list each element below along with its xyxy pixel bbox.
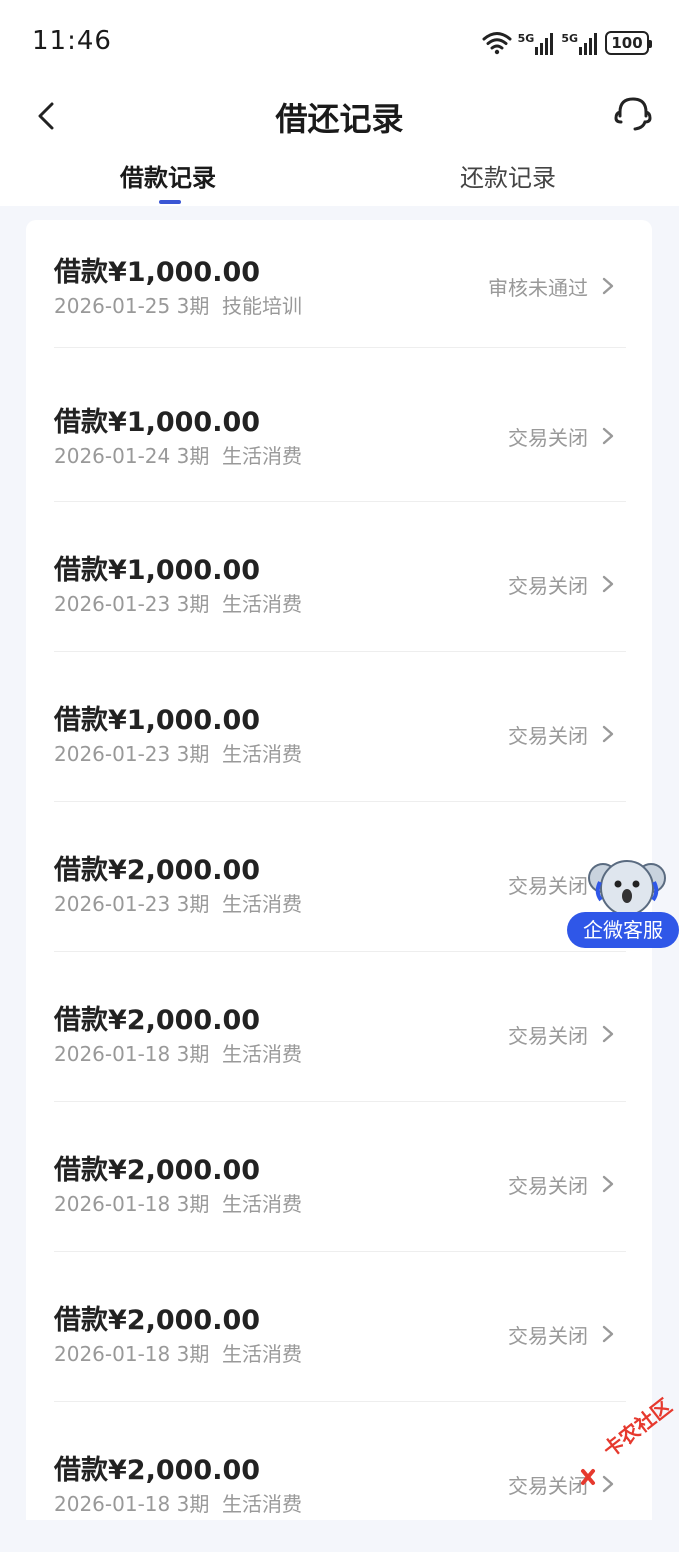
chevron-right-icon [602,1175,614,1193]
chevron-right-icon [602,427,614,445]
record-amount: 借款¥1,000.00 [54,257,261,288]
list-item[interactable]: 借款¥1,000.00 2026-01-23 3期 生活消费 交易关闭 [26,652,652,802]
divider [54,347,626,348]
record-term: 3期 [176,892,210,916]
record-term: 3期 [176,1192,210,1216]
battery-icon: 100 [605,31,652,55]
status-icons: 5G 5G 100 [482,28,652,58]
record-amount: 借款¥2,000.00 [54,1305,261,1336]
service-label: 企微客服 [567,912,679,948]
floating-service-button[interactable]: 企微客服 [565,852,679,948]
record-purpose: 生活消费 [222,1342,303,1366]
list-item[interactable]: 借款¥1,000.00 2026-01-23 3期 生活消费 交易关闭 [26,502,652,652]
record-amount: 借款¥2,000.00 [54,1005,261,1036]
record-amount: 借款¥1,000.00 [54,555,261,586]
list-item[interactable]: 借款¥2,000.00 2026-01-18 3期 生活消费 交易关闭 [26,1252,652,1402]
active-tab-indicator [159,200,181,204]
record-details: 2026-01-25 3期 技能培训 [54,290,302,319]
record-purpose: 生活消费 [222,592,303,616]
record-amount: 借款¥2,000.00 [54,1455,261,1486]
record-details: 2026-01-18 3期 生活消费 [54,1038,302,1067]
chevron-right-icon [602,277,614,295]
chevron-right-icon [602,1025,614,1043]
tab-borrow-records[interactable]: 借款记录 [120,158,216,193]
record-purpose: 技能培训 [222,294,303,318]
list-item[interactable]: 借款¥1,000.00 2026-01-24 3期 生活消费 交易关闭 [26,350,652,502]
chevron-right-icon [602,575,614,593]
customer-service-headset-icon[interactable] [613,94,653,134]
record-details: 2026-01-23 3期 生活消费 [54,588,302,617]
record-amount: 借款¥1,000.00 [54,705,261,736]
chevron-right-icon [602,1325,614,1343]
record-purpose: 生活消费 [222,892,303,916]
record-date: 2026-01-18 [54,1492,171,1516]
record-amount: 借款¥2,000.00 [54,855,261,886]
tab-repayment-records[interactable]: 还款记录 [460,158,556,193]
record-purpose: 生活消费 [222,1192,303,1216]
record-details: 2026-01-18 3期 生活消费 [54,1188,302,1217]
page-title: 借还记录 [275,100,404,138]
status-time: 11:46 [32,26,112,56]
record-purpose: 生活消费 [222,1492,303,1516]
record-purpose: 生活消费 [222,742,303,766]
chevron-right-icon [602,725,614,743]
record-term: 3期 [176,742,210,766]
cellular-5g-icon-1: 5G [518,31,556,55]
record-term: 3期 [176,1342,210,1366]
battery-level: 100 [611,34,643,52]
nav-bar: 借还记录 [0,86,679,146]
record-date: 2026-01-18 [54,1042,171,1066]
list-item[interactable]: 借款¥2,000.00 2026-01-18 3期 生活消费 交易关闭 [26,1402,652,1552]
record-status: 交易关闭 [508,1174,588,1198]
borrow-record-list: 借款¥1,000.00 2026-01-25 3期 技能培训 审核未通过 借款¥… [26,220,652,1520]
cellular-5g-icon-2: 5G [561,31,599,55]
record-date: 2026-01-24 [54,444,171,468]
record-date: 2026-01-25 [54,294,171,318]
record-term: 3期 [176,1042,210,1066]
record-details: 2026-01-18 3期 生活消费 [54,1338,302,1367]
signal-1-label: 5G [517,32,535,45]
record-details: 2026-01-24 3期 生活消费 [54,440,302,469]
signal-bars-icon [579,33,597,55]
record-details: 2026-01-23 3期 生活消费 [54,738,302,767]
record-details: 2026-01-18 3期 生活消费 [54,1488,302,1517]
record-date: 2026-01-23 [54,742,171,766]
record-date: 2026-01-18 [54,1342,171,1366]
record-status: 交易关闭 [508,574,588,598]
record-term: 3期 [176,294,210,318]
list-item[interactable]: 借款¥2,000.00 2026-01-18 3期 生活消费 交易关闭 [26,952,652,1102]
record-status: 交易关闭 [508,1024,588,1048]
record-amount: 借款¥1,000.00 [54,407,261,438]
record-purpose: 生活消费 [222,1042,303,1066]
record-date: 2026-01-18 [54,1192,171,1216]
wifi-icon [482,32,512,55]
list-item[interactable]: 借款¥1,000.00 2026-01-25 3期 技能培训 审核未通过 [26,220,652,370]
record-purpose: 生活消费 [222,444,303,468]
record-tabs: 借款记录 还款记录 [0,158,679,206]
record-status: 交易关闭 [508,426,588,450]
list-item[interactable]: 借款¥2,000.00 2026-01-23 3期 生活消费 交易关闭 [26,802,652,952]
signal-2-label: 5G [561,32,578,45]
record-term: 3期 [176,1492,210,1516]
record-date: 2026-01-23 [54,892,171,916]
record-amount: 借款¥2,000.00 [54,1155,261,1186]
record-status: 审核未通过 [488,276,588,300]
record-term: 3期 [176,592,210,616]
record-term: 3期 [176,444,210,468]
record-date: 2026-01-23 [54,592,171,616]
record-details: 2026-01-23 3期 生活消费 [54,888,302,917]
record-status: 交易关闭 [508,1324,588,1348]
status-bar: 11:46 5G 5G 100 [0,0,679,86]
record-status: 交易关闭 [508,724,588,748]
list-item[interactable]: 借款¥2,000.00 2026-01-18 3期 生活消费 交易关闭 [26,1102,652,1252]
app-header: 11:46 5G 5G 100 借还记录 借款记录 还款记录 [0,0,679,206]
signal-bars-icon [535,33,554,55]
